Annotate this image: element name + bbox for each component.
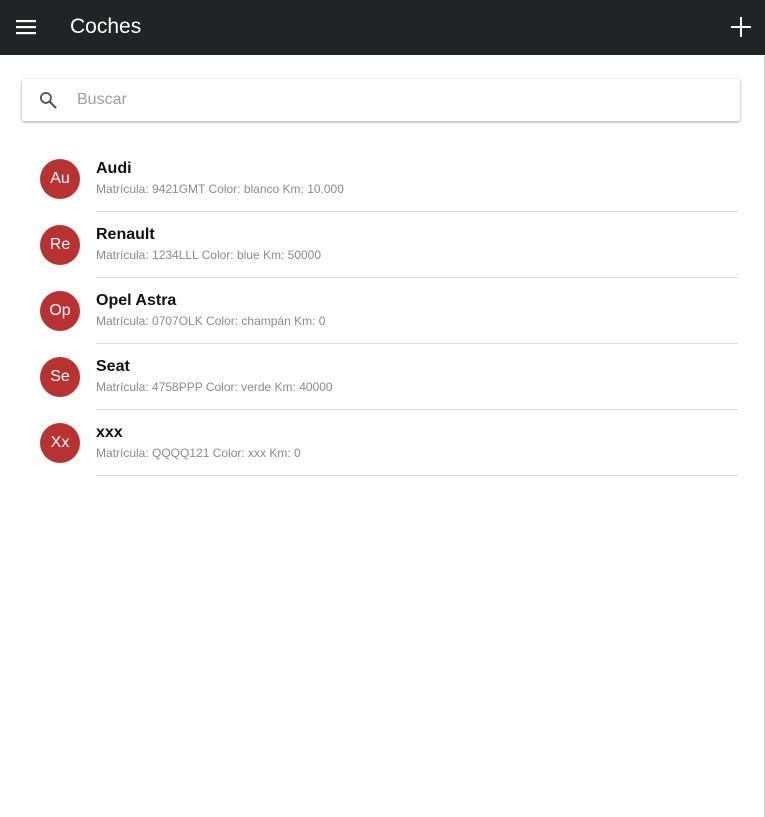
plus-icon bbox=[731, 17, 751, 37]
menu-button[interactable] bbox=[10, 11, 42, 43]
list-item[interactable]: Se Seat Matrícula: 4758PPP Color: verde … bbox=[0, 344, 765, 410]
list-item[interactable]: Xx xxx Matrícula: QQQQ121 Color: xxx Km:… bbox=[0, 410, 765, 476]
car-details: Matrícula: QQQQ121 Color: xxx Km: 0 bbox=[96, 446, 301, 460]
avatar: Re bbox=[40, 225, 80, 265]
car-name: Renault bbox=[96, 226, 155, 243]
car-name: Seat bbox=[96, 358, 130, 375]
car-name: xxx bbox=[96, 424, 123, 441]
car-name: Audi bbox=[96, 160, 132, 177]
menu-icon bbox=[16, 20, 36, 35]
search-input[interactable] bbox=[77, 79, 717, 121]
car-details: Matrícula: 4758PPP Color: verde Km: 4000… bbox=[96, 380, 333, 394]
avatar: Se bbox=[40, 357, 80, 397]
car-details: Matrícula: 1234LLL Color: blue Km: 50000 bbox=[96, 248, 322, 262]
app-bar: Coches bbox=[0, 0, 765, 55]
avatar: Xx bbox=[40, 423, 80, 463]
car-name: Opel Astra bbox=[96, 292, 177, 309]
list-item[interactable]: Op Opel Astra Matrícula: 0707OLK Color: … bbox=[0, 278, 765, 344]
avatar: Op bbox=[40, 291, 80, 331]
car-details: Matrícula: 0707OLK Color: champán Km: 0 bbox=[96, 314, 326, 328]
avatar: Au bbox=[40, 159, 80, 199]
search-icon bbox=[40, 92, 57, 109]
car-details: Matrícula: 9421GMT Color: blanco Km: 10.… bbox=[96, 182, 344, 196]
car-list: Au Audi Matrícula: 9421GMT Color: blanco… bbox=[0, 146, 765, 476]
divider bbox=[96, 475, 738, 476]
add-car-button[interactable] bbox=[725, 11, 757, 43]
list-item[interactable]: Re Renault Matrícula: 1234LLL Color: blu… bbox=[0, 212, 765, 278]
page-title: Coches bbox=[70, 15, 142, 38]
search-bar bbox=[22, 79, 740, 121]
list-item[interactable]: Au Audi Matrícula: 9421GMT Color: blanco… bbox=[0, 146, 765, 212]
